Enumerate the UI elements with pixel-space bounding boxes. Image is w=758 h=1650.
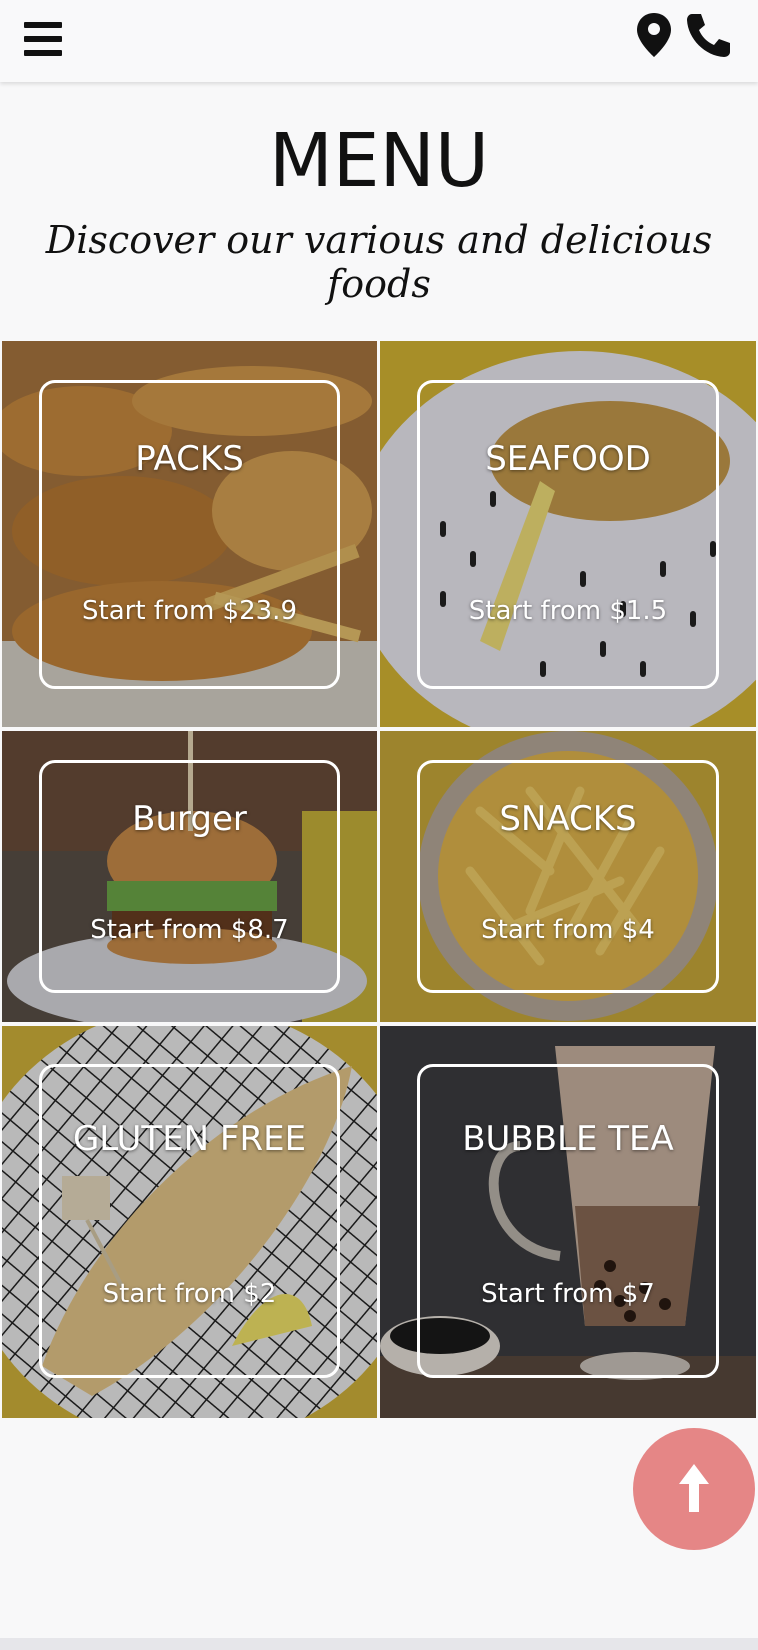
category-price: Start from $4: [481, 915, 655, 945]
category-tile-bubble-tea[interactable]: BUBBLE TEA Start from $7: [380, 1026, 756, 1418]
category-card[interactable]: SNACKS Start from $4: [417, 760, 719, 993]
category-card[interactable]: Burger Start from $8.7: [39, 760, 340, 993]
category-tile-packs[interactable]: PACKS Start from $23.9: [2, 341, 377, 727]
category-tile-seafood[interactable]: SEAFOOD Start from $1.5: [380, 341, 756, 727]
category-price: Start from $1.5: [468, 596, 668, 626]
category-name: SEAFOOD: [485, 439, 651, 479]
top-nav-bar: [0, 0, 758, 82]
category-price: Start from $8.7: [90, 915, 289, 945]
category-card[interactable]: SEAFOOD Start from $1.5: [417, 380, 719, 689]
category-card[interactable]: BUBBLE TEA Start from $7: [417, 1064, 719, 1378]
category-card[interactable]: GLUTEN FREE Start from $2: [39, 1064, 340, 1378]
arrow-up-icon: [679, 1464, 709, 1512]
category-name: PACKS: [135, 439, 244, 479]
phone-icon[interactable]: [686, 12, 732, 58]
map-pin-icon[interactable]: [636, 12, 672, 58]
category-card[interactable]: PACKS Start from $23.9: [39, 380, 340, 689]
hamburger-menu-icon[interactable]: [24, 22, 62, 56]
category-tile-gluten-free[interactable]: GLUTEN FREE Start from $2: [2, 1026, 377, 1418]
category-price: Start from $2: [102, 1279, 277, 1309]
category-name: GLUTEN FREE: [72, 1119, 307, 1159]
category-tile-snacks[interactable]: SNACKS Start from $4: [380, 731, 756, 1022]
page-subtitle: Discover our various and delicious foods: [45, 218, 713, 306]
category-name: SNACKS: [499, 799, 637, 839]
category-price: Start from $7: [481, 1279, 655, 1309]
scroll-to-top-button[interactable]: [633, 1428, 755, 1550]
category-tile-burger[interactable]: Burger Start from $8.7: [2, 731, 377, 1022]
category-name: Burger: [132, 799, 247, 839]
page-title: MENU: [268, 118, 490, 204]
bottom-edge-bar: [0, 1638, 758, 1650]
category-name: BUBBLE TEA: [462, 1119, 674, 1159]
category-price: Start from $23.9: [82, 596, 297, 626]
